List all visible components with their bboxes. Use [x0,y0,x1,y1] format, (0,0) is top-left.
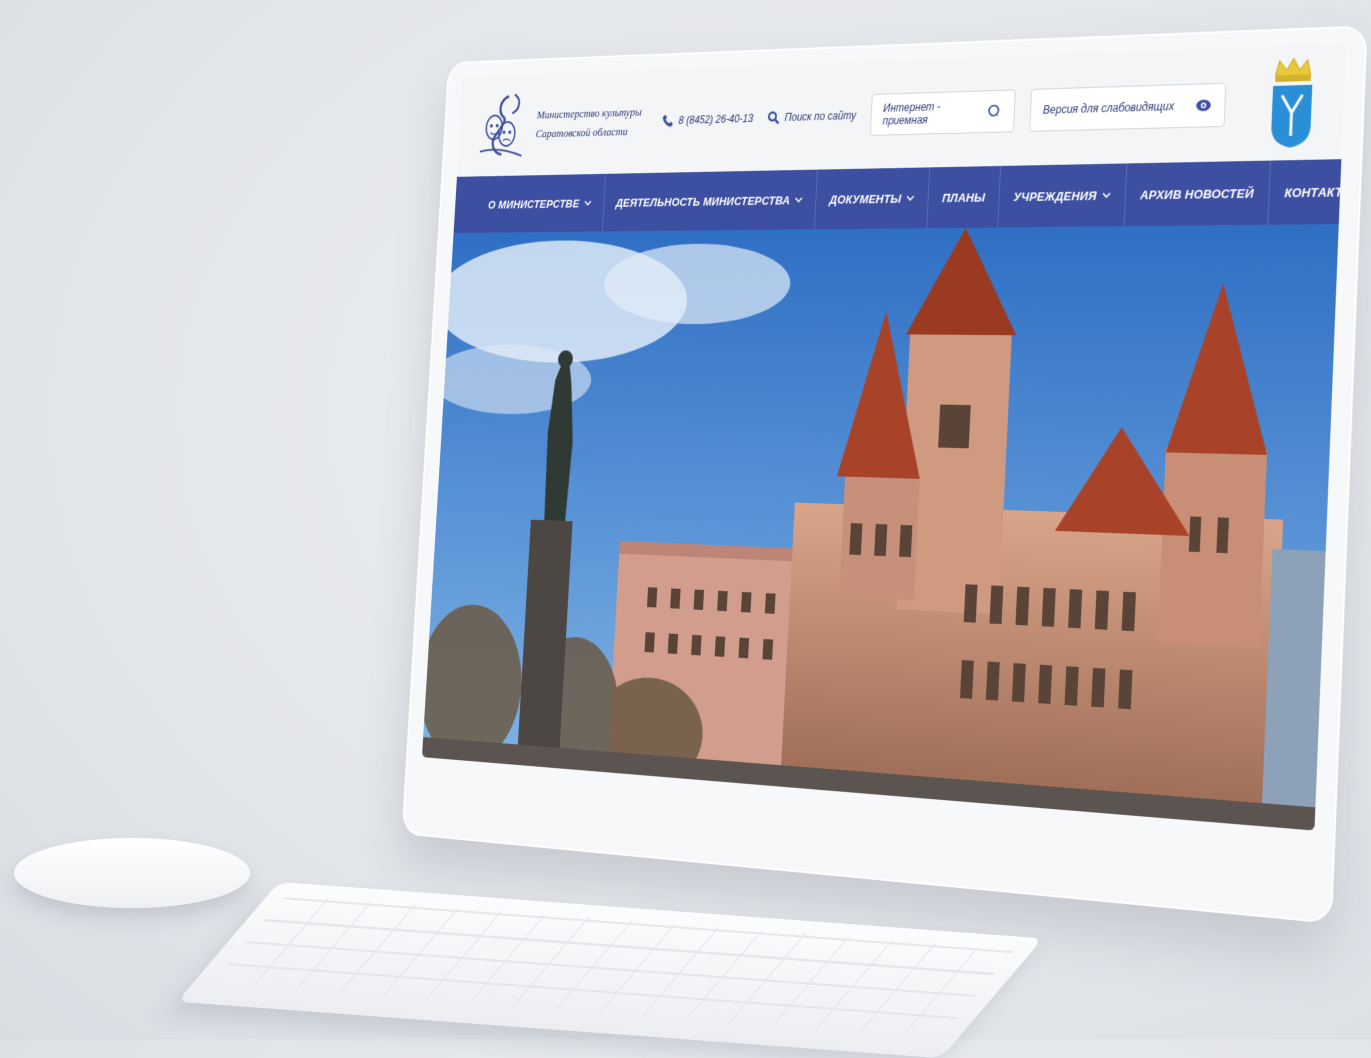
keyboard-device [177,881,1043,1058]
site-search-link[interactable]: Поиск по сайту [767,108,857,125]
conservatory-building-photo [421,224,1339,831]
ministry-logo[interactable]: Министерство культуры Саратовской област… [477,86,650,160]
nav-label-activity: ДЕЯТЕЛЬНОСТЬ МИНИСТЕРСТВА [615,193,791,210]
hero-image [421,224,1339,831]
nav-item-about[interactable]: О МИНИСТЕРСТВЕ [475,173,606,233]
browser-screen: Министерство культуры Саратовской област… [421,43,1347,831]
logo-line-2: Саратовской области [535,124,629,141]
eye-icon [1195,99,1211,112]
chat-bubble-icon [987,103,1002,120]
reception-label: Интернет - приемная [882,100,941,128]
search-label: Поиск по сайту [784,109,857,124]
chevron-down-icon [795,195,803,204]
nav-label-institutions: УЧРЕЖДЕНИЯ [1013,188,1098,204]
phone-number: 8 (8452) 26-40-13 [678,112,754,127]
phone-icon [662,114,674,128]
chevron-down-icon [906,193,915,202]
low-vision-version-button[interactable]: Версия для слабовидящих [1029,82,1227,132]
search-icon [767,110,780,125]
vision-label: Версия для слабовидящих [1042,99,1175,117]
nav-label-about: О МИНИСТЕРСТВЕ [487,196,580,211]
nav-item-institutions[interactable]: УЧРЕЖДЕНИЯ [998,163,1128,228]
chevron-down-icon [584,198,592,207]
logo-text: Министерство культуры Саратовской област… [535,102,642,143]
chevron-down-icon [1102,190,1111,200]
phone-link[interactable]: 8 (8452) 26-40-13 [661,111,753,128]
internet-reception-button[interactable]: Интернет - приемная [869,89,1016,136]
mouse-device [14,838,250,908]
monitor: Министерство культуры Саратовской област… [401,25,1368,924]
nav-label-plans: ПЛАНЫ [941,189,986,205]
nav-label-contacts: КОНТАКТЫ [1284,183,1347,200]
nav-item-plans[interactable]: ПЛАНЫ [927,165,1002,229]
nav-item-news-archive[interactable]: АРХИВ НОВОСТЕЙ [1124,160,1271,227]
keyboard-keys [209,895,1016,1039]
theatre-masks-logo-icon [477,91,530,161]
saratov-coat-of-arms-icon [1270,55,1321,148]
nav-item-documents[interactable]: ДОКУМЕНТЫ [815,167,931,230]
nav-item-activity[interactable]: ДЕЯТЕЛЬНОСТЬ МИНИСТЕРСТВА [602,169,819,232]
nav-item-contacts[interactable]: КОНТАКТЫ [1268,159,1346,225]
nav-label-documents: ДОКУМЕНТЫ [829,191,902,207]
nav-label-news-archive: АРХИВ НОВОСТЕЙ [1139,185,1255,202]
site-header: Министерство культуры Саратовской област… [456,43,1347,177]
